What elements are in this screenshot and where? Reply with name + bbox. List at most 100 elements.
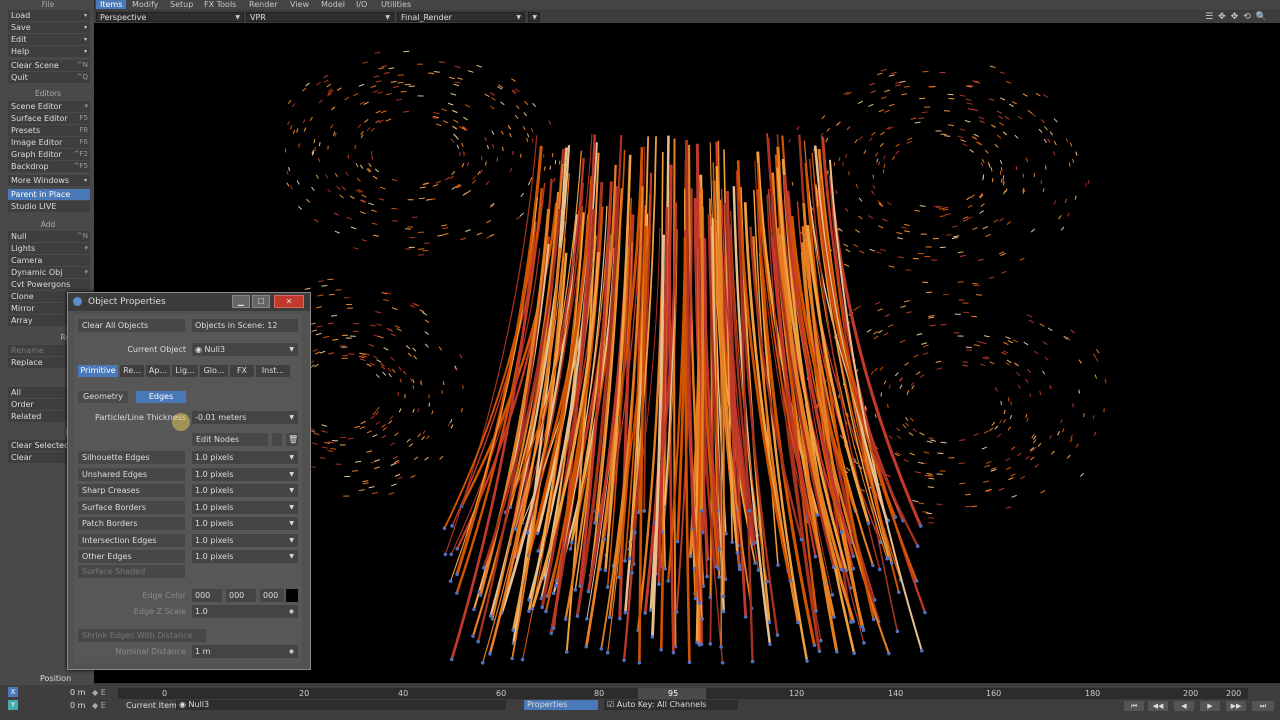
node-toggle-button[interactable] [272, 433, 282, 446]
dynamic-obj-button[interactable]: Dynamic Obj ▾ [8, 267, 90, 278]
tab-render[interactable]: Re... [120, 365, 144, 377]
edge-toggle-button[interactable]: Silhouette Edges [78, 451, 185, 464]
clear-all-objects-button[interactable]: Clear All Objects [78, 319, 185, 332]
render-target-dropdown[interactable]: Final_Render ▼ [397, 12, 525, 22]
parent-in-place-button[interactable]: Parent in Place [8, 189, 90, 200]
edit-nodes-button[interactable]: Edit Nodes [192, 433, 268, 446]
strand-tip [605, 650, 610, 655]
tab-io[interactable]: I/O [352, 0, 371, 9]
tab-lights[interactable]: Lig... [172, 365, 198, 377]
tab-appearance[interactable]: Ap... [146, 365, 170, 377]
edge-thickness-field[interactable]: 1.0 pixels ▼ [192, 451, 298, 464]
edge-toggle-button[interactable]: Intersection Edges [78, 533, 185, 547]
scene-editor-button[interactable]: Scene Editor ▾ [8, 101, 90, 112]
trash-icon[interactable]: 🗑 [286, 433, 298, 446]
edge-color-g[interactable]: 000 [226, 589, 256, 602]
edge-toggle-button[interactable]: Other Edges [78, 550, 185, 563]
x-position-value[interactable]: 0 m [70, 687, 85, 698]
minimize-icon[interactable]: ▁ [232, 295, 250, 308]
edge-toggle-button[interactable]: Surface Borders [78, 500, 185, 514]
edge-color-r[interactable]: 000 [192, 589, 222, 602]
tab-primitive[interactable]: Primitive [78, 365, 118, 377]
edge-thickness-field[interactable]: 1.0 pixels ▼ [192, 533, 298, 547]
edge-toggle-button[interactable]: Unshared Edges [78, 467, 185, 481]
edge-thickness-field[interactable]: 1.0 pixels ▼ [192, 550, 298, 563]
particle-streak [833, 162, 836, 167]
edge-color-b[interactable]: 000 [260, 589, 284, 602]
edge-thickness-field[interactable]: 1.0 pixels ▼ [192, 517, 298, 530]
step-back-icon[interactable]: ◀◀ [1148, 701, 1168, 711]
quit-button[interactable]: Quit ^Q [8, 72, 90, 83]
auto-key-select[interactable]: ☑ Auto Key: All Channels [604, 700, 738, 710]
viewport-options-button[interactable]: ▼ [528, 12, 540, 22]
image-editor-button[interactable]: Image Editor F6 [8, 137, 90, 148]
tab-setup[interactable]: Setup [166, 0, 197, 9]
view-mode-dropdown[interactable]: Perspective ▼ [96, 12, 244, 22]
next-frame-icon[interactable]: ▶▶ [1226, 701, 1246, 711]
key-icon[interactable]: ◆ E [92, 687, 106, 698]
edge-thickness-field[interactable]: 1.0 pixels ▼ [192, 467, 298, 481]
tab-view[interactable]: View [286, 0, 313, 9]
edge-toggle-button[interactable]: Patch Borders [78, 517, 185, 530]
clear-scene-button[interactable]: Clear Scene ^N [8, 60, 90, 71]
close-icon[interactable]: ✕ [274, 295, 304, 308]
y-position-value[interactable]: 0 m [70, 700, 85, 711]
shrink-edges-button[interactable]: Shrink Edges With Distance [78, 629, 206, 642]
properties-button[interactable]: Properties [524, 700, 598, 710]
panel-titlebar[interactable]: Object Properties ▁ ☐ ✕ [68, 293, 310, 311]
graph-editor-button[interactable]: Graph Editor ^F2 [8, 149, 90, 160]
surface-shaded-button[interactable]: Surface Shaded [78, 565, 185, 578]
edge-thickness-field[interactable]: 1.0 pixels ▼ [192, 484, 298, 497]
end-frame-field[interactable]: 200 [1226, 688, 1241, 699]
nominal-distance-field[interactable]: 1 m ◉ [192, 645, 298, 658]
chevron-down-icon: ▼ [289, 553, 294, 560]
tab-fx[interactable]: FX [230, 365, 254, 377]
play-icon[interactable]: ▶ [1200, 701, 1220, 711]
backdrop-button[interactable]: Backdrop ^F5 [8, 161, 90, 172]
tab-instance[interactable]: Inst... [256, 365, 290, 377]
tab-items[interactable]: Items [96, 0, 127, 9]
presets-button[interactable]: Presets F8 [8, 125, 90, 136]
cvt-powergons-button[interactable]: Cvt Powergons [8, 279, 90, 290]
save-button[interactable]: Save ▾ [8, 22, 90, 33]
particle-streak [1064, 198, 1068, 204]
x-axis-badge[interactable]: X [8, 687, 18, 697]
current-item-select[interactable]: ◉ Null3 [176, 700, 506, 710]
tab-model[interactable]: Model [317, 0, 349, 9]
key-icon[interactable]: ◆ E [92, 700, 106, 711]
particle-thickness-field[interactable]: -0.01 meters ▼ [192, 411, 298, 424]
timeline-track[interactable] [118, 688, 1248, 699]
fast-forward-icon[interactable]: ⏭ [1252, 701, 1274, 711]
tab-global[interactable]: Glo... [200, 365, 228, 377]
load-button[interactable]: Load ▾ [8, 10, 90, 21]
help-button[interactable]: Help ▾ [8, 46, 90, 57]
studio-live-button[interactable]: Studio LIVE [8, 201, 90, 212]
tab-render[interactable]: Render [245, 0, 281, 9]
particle-streak [394, 473, 401, 477]
prev-frame-icon[interactable]: ◀ [1174, 701, 1194, 711]
edge-thickness-field[interactable]: 1.0 pixels ▼ [192, 500, 298, 514]
tab-modify[interactable]: Modify [128, 0, 163, 9]
particle-streak [372, 175, 378, 180]
tab-utilities[interactable]: Utilities [377, 0, 415, 9]
current-frame-label: 95 [668, 689, 679, 698]
more-windows-button[interactable]: More Windows ▾ [8, 175, 90, 186]
rewind-icon[interactable]: ⏮ [1124, 701, 1144, 711]
maximize-icon[interactable]: ☐ [252, 295, 270, 308]
edge-z-scale-field[interactable]: 1.0 ◉ [192, 605, 298, 618]
add-lights-button[interactable]: Lights ▾ [8, 243, 90, 254]
add-camera-button[interactable]: Camera [8, 255, 90, 266]
add-null-button[interactable]: Null ^N [8, 231, 90, 242]
current-object-select[interactable]: ◉ Null3 ▼ [192, 343, 298, 356]
render-mode-dropdown[interactable]: VPR ▼ [246, 12, 394, 22]
y-axis-badge[interactable]: Y [8, 700, 18, 710]
viewport-nav-icons[interactable]: ☰✥✥⟲🔍 [1205, 12, 1272, 22]
edge-color-swatch[interactable] [286, 589, 298, 602]
subtab-edges[interactable]: Edges [136, 391, 186, 403]
subtab-geometry[interactable]: Geometry [78, 391, 128, 403]
label: Dynamic Obj [11, 268, 63, 277]
surface-editor-button[interactable]: Surface Editor F5 [8, 113, 90, 124]
tab-fx-tools[interactable]: FX Tools [200, 0, 240, 9]
edit-button[interactable]: Edit ▾ [8, 34, 90, 45]
edge-toggle-button[interactable]: Sharp Creases [78, 484, 185, 497]
